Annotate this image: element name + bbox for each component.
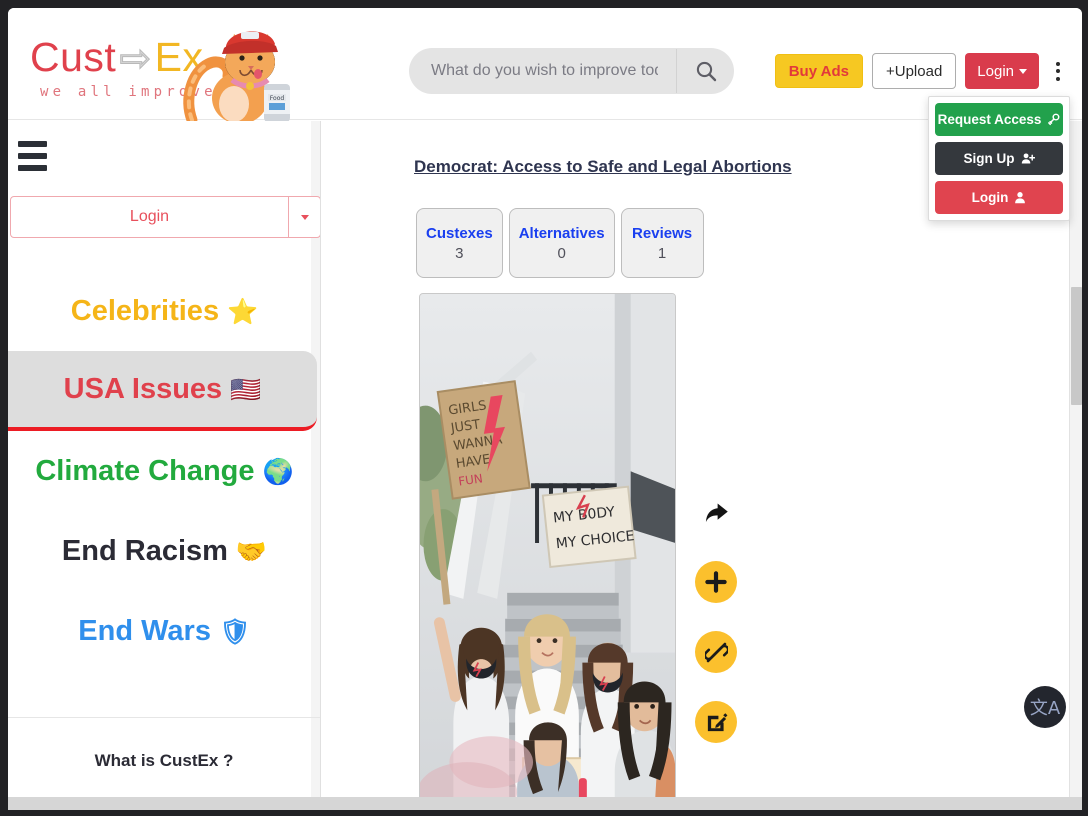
horizontal-scrollbar[interactable] — [8, 797, 1082, 810]
what-is-custex-section: What is CustEx ? — [8, 717, 320, 805]
user-plus-icon — [1021, 153, 1035, 164]
search-input[interactable] — [409, 49, 676, 93]
dot-one — [1056, 61, 1060, 66]
content-photo[interactable]: GIRLS JUST WANNA HAVE FUN MY B0DY MY CHO… — [419, 293, 676, 810]
sidebar-item-end-racism[interactable]: End Racism 🤝 — [8, 511, 320, 591]
search-icon — [696, 61, 716, 82]
sidebar-item-usa-issues[interactable]: USA Issues 🇺🇸 — [8, 351, 317, 431]
hamburger-bar-two — [18, 153, 47, 159]
share-icon-button[interactable] — [695, 491, 737, 533]
account-dropdown-menu: Request Access Sign Up Login — [928, 96, 1070, 221]
action-rail — [695, 491, 737, 743]
handshake-icon: 🤝 — [235, 536, 268, 566]
what-is-custex-link[interactable]: What is CustEx ? — [95, 751, 234, 771]
vertical-scrollbar[interactable] — [1069, 121, 1082, 797]
star-icon: ⭐ — [227, 296, 259, 326]
tab-reviews-count: 1 — [657, 244, 667, 262]
login-button-label: Login — [977, 62, 1014, 80]
translate-icon: 文A — [1029, 698, 1061, 719]
usa-flag-icon: 🇺🇸 — [230, 374, 262, 404]
plus-icon — [705, 571, 727, 593]
tab-reviews-label: Reviews — [632, 224, 693, 242]
protest-photo-illustration: GIRLS JUST WANNA HAVE FUN MY B0DY MY CHO… — [420, 294, 675, 809]
share-icon — [705, 503, 728, 522]
tab-alternatives-count: 0 — [557, 244, 566, 262]
main-content: Democrat: Access to Safe and Legal Abort… — [322, 121, 1069, 810]
hamburger-menu-icon[interactable] — [18, 138, 52, 174]
tab-reviews[interactable]: Reviews 1 — [620, 208, 704, 278]
sidebar-item-label-end-racism: End Racism — [61, 534, 228, 567]
page-root: Cust⇨Ex we all improve Food What do you … — [8, 8, 1082, 810]
tab-custexes[interactable]: Custexes 3 — [416, 208, 503, 278]
stat-tabs: Custexes 3 Alternatives 0 Reviews 1 — [416, 208, 704, 278]
sign-up-label: Sign Up — [963, 151, 1015, 166]
hamburger-bar-three — [18, 165, 47, 171]
search-bar[interactable] — [409, 48, 734, 94]
logo-text-cust: Cust — [30, 34, 117, 80]
page-title[interactable]: Democrat: Access to Safe and Legal Abort… — [414, 157, 792, 177]
request-access-label: Request Access — [937, 112, 1042, 127]
tab-alternatives-label: Alternatives — [518, 224, 605, 242]
upload-button[interactable]: +Upload — [872, 53, 957, 89]
sidebar-login-button[interactable]: Login — [11, 197, 289, 237]
unlink-button[interactable] — [695, 631, 737, 673]
request-access-button[interactable]: Request Access — [935, 103, 1063, 136]
sign-up-button[interactable]: Sign Up — [935, 142, 1063, 175]
hamburger-bar-one — [18, 141, 47, 147]
tab-custexes-label: Custexes — [426, 224, 493, 242]
login-menu-label: Login — [971, 190, 1009, 205]
tab-custexes-count: 3 — [455, 244, 464, 262]
sidebar-item-climate-change[interactable]: Climate Change 🌍 — [8, 431, 320, 511]
cat-mascot-icon: Food — [183, 31, 290, 126]
tank-icon: 🛡 — [218, 616, 251, 646]
site-header: Cust⇨Ex we all improve Food What do you … — [8, 8, 1082, 126]
caret-down-icon — [300, 214, 309, 220]
sidebar-login-split-button: Login — [10, 196, 320, 238]
sidebar-item-label-celebrities: Celebrities — [70, 294, 220, 327]
sidebar: Login Celebrities ⭐ USA Issues 🇺🇸 Climat… — [8, 121, 321, 810]
tab-alternatives[interactable]: Alternatives 0 — [508, 208, 615, 278]
search-button[interactable] — [676, 49, 734, 93]
buy-ads-button[interactable]: Buy Ads — [774, 54, 863, 88]
dot-two — [1056, 69, 1060, 73]
chevron-down-icon — [1019, 68, 1027, 74]
sidebar-item-label-end-wars: End Wars — [78, 614, 211, 647]
login-dropdown-button[interactable]: Login — [965, 53, 1039, 89]
edit-button[interactable] — [695, 701, 737, 743]
header-actions: Buy Ads +Upload Login — [774, 53, 1068, 89]
dot-three — [1056, 76, 1060, 81]
globe-icon: 🌍 — [262, 456, 294, 486]
translate-button[interactable]: 文A — [1024, 686, 1066, 728]
vertical-scrollbar-thumb[interactable] — [1071, 287, 1082, 405]
sidebar-nav: Celebrities ⭐ USA Issues 🇺🇸 Climate Chan… — [8, 271, 320, 671]
site-logo[interactable]: Cust⇨Ex we all improve Food — [26, 22, 296, 126]
sidebar-item-celebrities[interactable]: Celebrities ⭐ — [8, 271, 320, 351]
edit-pencil-icon — [707, 712, 727, 731]
logo-arrow-icon: ⇨ — [119, 38, 152, 81]
login-menu-button[interactable]: Login — [935, 181, 1063, 214]
overflow-menu-button[interactable] — [1048, 53, 1068, 89]
broken-link-icon — [704, 642, 728, 662]
add-button[interactable] — [695, 561, 737, 603]
sidebar-item-label-usa-issues: USA Issues — [63, 372, 223, 405]
svg-text:Food: Food — [270, 95, 285, 102]
sidebar-item-end-wars[interactable]: End Wars 🛡 — [8, 591, 320, 671]
sidebar-item-label-climate-change: Climate Change — [35, 454, 255, 487]
browser-frame: Cust⇨Ex we all improve Food What do you … — [0, 0, 1088, 816]
user-icon — [1015, 192, 1026, 204]
key-icon — [1048, 113, 1060, 126]
sidebar-login-caret-button[interactable] — [289, 197, 320, 237]
